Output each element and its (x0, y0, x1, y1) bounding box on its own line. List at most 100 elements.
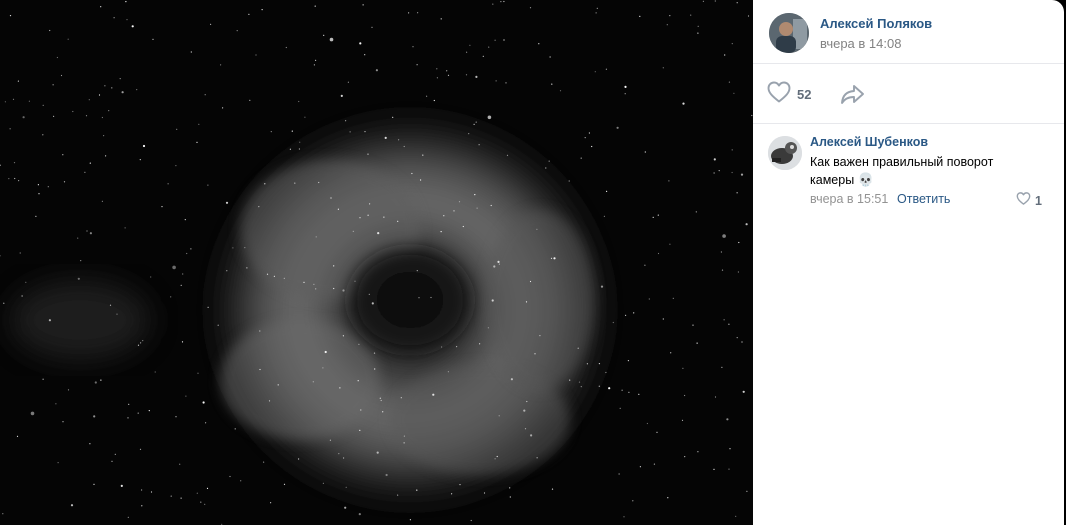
star (128, 403, 130, 405)
star (625, 314, 627, 316)
star (549, 56, 551, 58)
star (9, 15, 12, 17)
star (596, 7, 598, 9)
star (487, 115, 492, 120)
nebula-image (0, 0, 753, 525)
star (273, 275, 275, 277)
star (289, 148, 291, 150)
star (329, 439, 331, 441)
star (397, 220, 399, 222)
star (373, 352, 376, 354)
star (263, 461, 265, 463)
photo-image[interactable] (0, 0, 753, 525)
star (42, 134, 44, 136)
star (232, 247, 234, 249)
star (536, 228, 538, 230)
star (119, 78, 121, 80)
star (447, 371, 449, 373)
star (35, 215, 37, 217)
star (742, 390, 745, 393)
star (416, 489, 418, 491)
star (653, 463, 656, 465)
star (470, 519, 472, 522)
commenter-name[interactable]: Алексей Шубенков (810, 135, 928, 149)
star (662, 67, 664, 69)
star (196, 492, 198, 494)
star (682, 102, 685, 105)
star (591, 145, 593, 148)
star (697, 451, 699, 453)
star (131, 25, 134, 28)
commenter-avatar[interactable] (768, 136, 802, 170)
star (12, 98, 15, 100)
star (723, 319, 725, 321)
star (113, 17, 115, 19)
star (696, 342, 698, 344)
comment-timestamp[interactable]: вчера в 15:51 (810, 192, 888, 206)
star (161, 206, 163, 208)
star (721, 366, 723, 368)
star (60, 74, 63, 77)
star (577, 347, 579, 349)
reply-button[interactable]: Ответить (897, 192, 950, 206)
star (443, 215, 445, 217)
star (364, 54, 366, 56)
star (550, 257, 553, 259)
star (728, 323, 730, 325)
share-button[interactable] (840, 82, 866, 106)
star (738, 241, 740, 244)
star (371, 26, 373, 28)
star (362, 4, 364, 6)
star (175, 416, 177, 418)
post-timestamp[interactable]: вчера в 14:08 (820, 36, 901, 51)
star (360, 409, 362, 411)
star (268, 400, 271, 402)
star (403, 145, 405, 148)
star (329, 37, 334, 42)
star (377, 232, 380, 235)
star (62, 154, 64, 156)
star (347, 81, 349, 83)
star (125, 1, 127, 3)
star (418, 297, 420, 299)
star (179, 463, 181, 465)
star (172, 265, 176, 270)
star (433, 99, 435, 102)
star (342, 335, 344, 337)
star (638, 393, 640, 395)
post-side-panel: Алексей Поляков вчера в 14:08 52 Алексей… (753, 0, 1064, 525)
star (294, 182, 296, 184)
star (503, 39, 505, 41)
star (600, 285, 604, 288)
star (731, 43, 733, 45)
comment-like-button[interactable]: 1 (1016, 192, 1042, 210)
star (312, 381, 314, 383)
star (488, 46, 490, 48)
star (154, 371, 156, 373)
author-name[interactable]: Алексей Поляков (820, 16, 932, 31)
like-button[interactable]: 52 (767, 81, 811, 106)
star (605, 371, 607, 374)
star (150, 276, 152, 278)
star (22, 116, 25, 119)
star (141, 505, 143, 507)
star (127, 516, 129, 519)
star (475, 121, 477, 123)
star (672, 297, 674, 299)
author-avatar[interactable] (769, 13, 809, 53)
post-actions: 52 (753, 64, 1064, 124)
star (359, 42, 362, 45)
photo-viewer: Алексей Поляков вчера в 14:08 52 Алексей… (0, 0, 1066, 525)
star (337, 208, 339, 210)
star (170, 296, 172, 298)
star (505, 82, 507, 84)
star (204, 503, 206, 505)
star (483, 492, 486, 494)
star (4, 101, 6, 103)
star (624, 85, 627, 88)
star (220, 64, 222, 66)
star (482, 55, 484, 57)
star (367, 153, 369, 155)
star (3, 302, 5, 304)
star (339, 387, 341, 389)
